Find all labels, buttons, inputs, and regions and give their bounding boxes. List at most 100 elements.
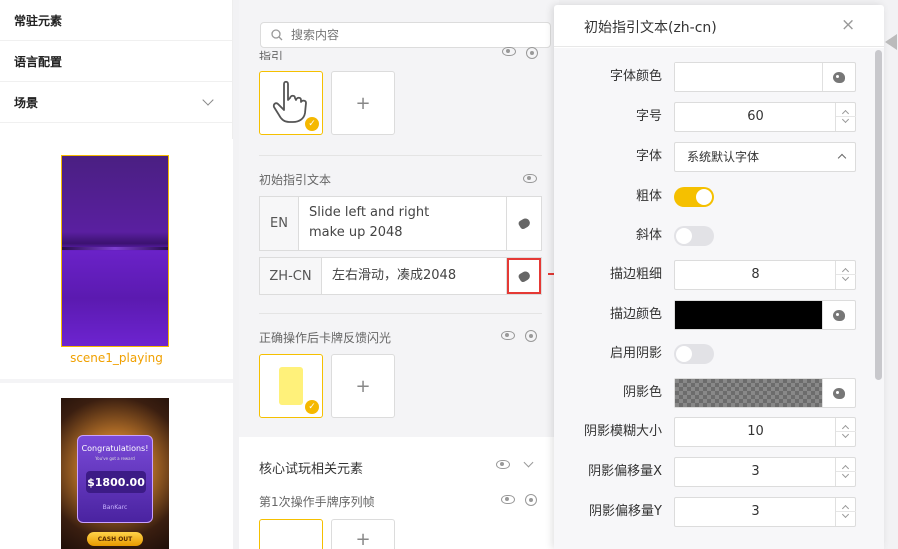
field-label: 字体: [635, 149, 662, 164]
shadow-blur-stepper[interactable]: 10: [674, 417, 856, 447]
color-swatch[interactable]: [675, 63, 823, 91]
palette-icon: [833, 309, 845, 321]
target-icon[interactable]: [525, 330, 537, 342]
stroke-width-stepper[interactable]: 8: [674, 260, 856, 290]
chevron-down-icon[interactable]: [841, 470, 850, 479]
shadow-offset-y-stepper[interactable]: 3: [674, 497, 856, 527]
check-icon: ✓: [305, 400, 319, 414]
sidebar-item-label: 场景: [14, 95, 39, 110]
toggle-knob: [676, 228, 692, 244]
palette-button[interactable]: [822, 379, 855, 407]
toggle-knob: [676, 346, 692, 362]
toggle-knob: [696, 189, 712, 205]
lang-code: ZH-CN: [260, 258, 322, 294]
divider: [259, 313, 542, 314]
eye-icon[interactable]: [501, 331, 515, 340]
eye-icon[interactable]: [496, 460, 510, 469]
scene-card-selected[interactable]: scene1_playing: [0, 139, 233, 379]
sidebar-item-resident-elements[interactable]: 常驻元素: [0, 0, 232, 41]
text-style-dialog: 初始指引文本(zh-cn) × 字体颜色 字号 60 字体 系统默认字体 粗体 …: [554, 5, 884, 549]
shadow-toggle[interactable]: [674, 344, 714, 364]
chevron-down-icon[interactable]: [841, 510, 850, 519]
spinner[interactable]: [835, 261, 856, 289]
palette-button[interactable]: [822, 301, 855, 329]
dialog-scrollbar[interactable]: [875, 50, 882, 380]
shadow-color-picker[interactable]: [674, 378, 856, 408]
font-family-select[interactable]: 系统默认字体: [674, 142, 856, 172]
shadow-offset-x-stepper[interactable]: 3: [674, 457, 856, 487]
chevron-down-icon[interactable]: [202, 94, 214, 106]
style-brush-button[interactable]: [507, 197, 541, 250]
field-label: 斜体: [635, 228, 662, 243]
search-box[interactable]: [260, 22, 551, 48]
target-icon[interactable]: [526, 47, 538, 59]
sidebar-item-language-config[interactable]: 语言配置: [0, 41, 232, 82]
eye-icon[interactable]: [501, 495, 515, 504]
divider: [259, 155, 542, 156]
chevron-up-icon: [837, 153, 847, 163]
section-title-flash: 正确操作后卡牌反馈闪光: [259, 331, 392, 345]
search-icon: [271, 29, 283, 41]
chevron-down-icon[interactable]: [841, 115, 850, 124]
add-label: +: [355, 528, 371, 549]
field-stroke-width: 描边粗细 8: [554, 260, 874, 290]
style-brush-button[interactable]: [507, 258, 541, 294]
add-first-op-button[interactable]: +: [331, 519, 395, 549]
color-swatch[interactable]: [675, 379, 823, 407]
font-color-picker[interactable]: [674, 62, 856, 92]
scene-thumbnail[interactable]: [61, 155, 169, 347]
font-size-input[interactable]: 60: [675, 103, 836, 131]
brush-icon: [516, 216, 532, 231]
section-title-initial-text: 初始指引文本: [259, 173, 332, 187]
app-root: 常驻元素 语言配置 场景 scene1_playing Congratulati…: [0, 0, 898, 549]
congrats-subtext: You've got a reward: [95, 456, 135, 461]
eye-icon[interactable]: [502, 47, 516, 56]
flash-card[interactable]: ✓: [259, 354, 323, 418]
chevron-down-icon[interactable]: [523, 457, 534, 468]
stroke-color-picker[interactable]: [674, 300, 856, 330]
scene-label: scene1_playing: [70, 351, 163, 365]
collapse-handle-icon[interactable]: [885, 34, 897, 50]
field-label: 启用阴影: [609, 346, 662, 361]
font-size-stepper[interactable]: 60: [674, 102, 856, 132]
section-title-guide: 指引: [259, 50, 284, 60]
reward-panel: Congratulations! You've got a reward $18…: [77, 435, 153, 523]
palette-button[interactable]: [822, 63, 855, 91]
stroke-width-input[interactable]: 8: [675, 261, 836, 289]
lang-text-field[interactable]: 左右滑动，凑成2048: [322, 258, 507, 294]
spinner[interactable]: [835, 498, 856, 526]
add-guide-button[interactable]: +: [331, 71, 395, 135]
field-shadow-enable: 启用阴影: [554, 339, 874, 369]
scene-list: scene1_playing Congratulations! You've g…: [0, 139, 233, 549]
target-icon[interactable]: [525, 494, 537, 506]
chevron-down-icon[interactable]: [841, 430, 850, 439]
add-label: +: [355, 92, 371, 114]
spinner[interactable]: [835, 418, 856, 446]
color-swatch[interactable]: [675, 301, 823, 329]
field-italic: 斜体: [554, 221, 874, 251]
lang-text-field[interactable]: Slide left and right make up 2048: [299, 197, 507, 250]
sidebar-item-scenes[interactable]: 场景: [0, 82, 232, 123]
add-label: +: [355, 375, 371, 397]
scene-card[interactable]: Congratulations! You've got a reward $18…: [0, 383, 233, 549]
eye-icon[interactable]: [523, 174, 537, 183]
first-op-card[interactable]: [259, 519, 323, 549]
guide-hand-card[interactable]: ✓: [259, 71, 323, 135]
dialog-header: 初始指引文本(zh-cn) ×: [554, 5, 884, 47]
shadow-offset-x-input[interactable]: 3: [675, 458, 836, 486]
field-label: 阴影偏移量Y: [589, 504, 662, 519]
field-label: 阴影色: [622, 385, 662, 400]
scene-thumbnail[interactable]: Congratulations! You've got a reward $18…: [61, 398, 169, 549]
field-shadow-color: 阴影色: [554, 378, 874, 408]
search-input[interactable]: [291, 28, 541, 42]
chevron-down-icon[interactable]: [841, 273, 850, 282]
spinner[interactable]: [835, 103, 856, 131]
shadow-offset-y-input[interactable]: 3: [675, 498, 836, 526]
italic-toggle[interactable]: [674, 226, 714, 246]
spinner[interactable]: [835, 458, 856, 486]
shadow-blur-input[interactable]: 10: [675, 418, 836, 446]
section-title-first-op: 第1次操作手牌序列帧: [259, 495, 375, 509]
close-icon[interactable]: ×: [841, 15, 855, 35]
add-flash-button[interactable]: +: [331, 354, 395, 418]
bold-toggle[interactable]: [674, 187, 714, 207]
